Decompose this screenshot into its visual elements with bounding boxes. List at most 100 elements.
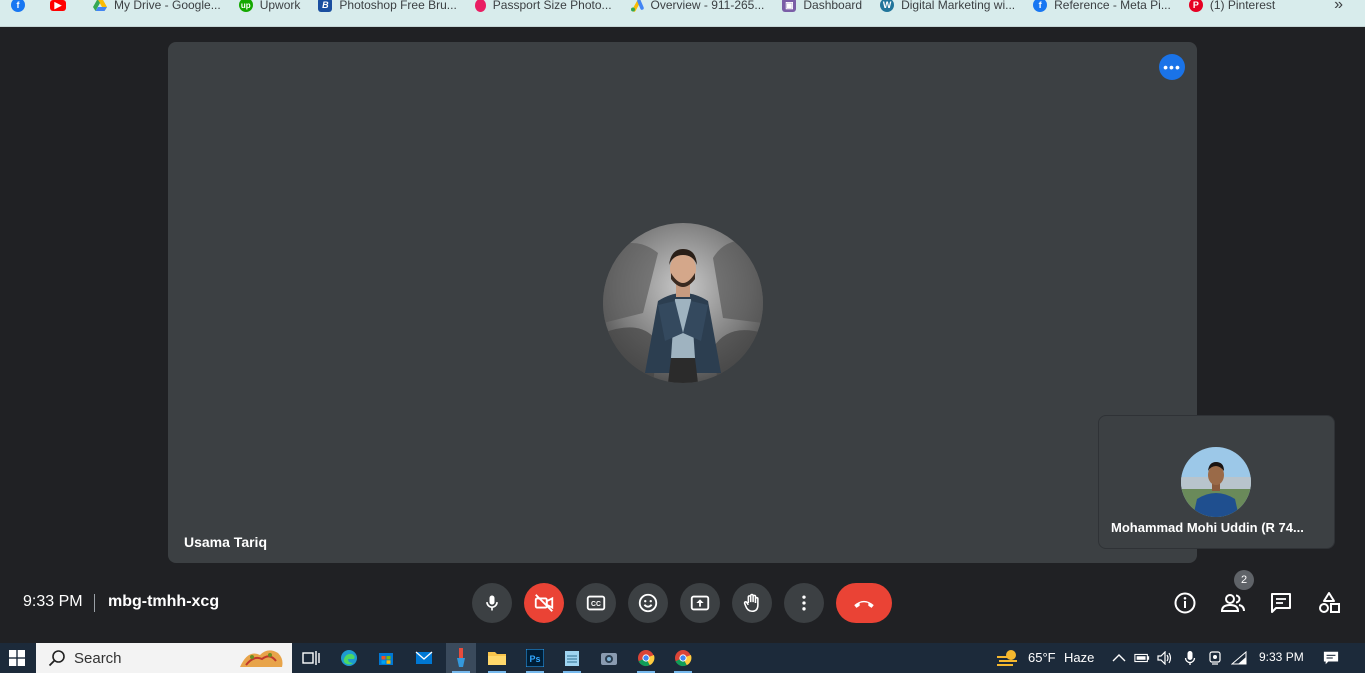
chat-button[interactable] [1267,589,1295,617]
closed-captions-icon: CC [586,595,606,611]
store-icon [379,653,393,665]
taskbar-chrome[interactable] [631,643,661,673]
activities-button[interactable] [1315,589,1343,617]
chrome-icon [675,650,692,667]
leave-call-button[interactable] [836,583,892,623]
self-participant-name: Mohammad Mohi Uddin (R 74... [1111,520,1304,535]
taskbar-file-explorer[interactable] [482,643,512,673]
divider [94,594,95,612]
microphone-button[interactable] [472,583,512,623]
main-participant-name: Usama Tariq [184,534,267,550]
taskbar-search-box[interactable]: Search [36,643,292,673]
camera-toggle-button[interactable] [524,583,564,623]
bookmark-my-drive[interactable]: My Drive - Google... [83,0,229,12]
hand-icon [743,593,759,613]
people-button[interactable] [1219,589,1247,617]
facebook-icon: f [11,0,25,12]
bookmark-label: Dashboard [803,0,863,12]
taskbar-paint-app[interactable] [446,643,476,673]
taskbar-edge[interactable] [334,643,364,673]
search-highlight-illustration [240,650,283,667]
more-options-button[interactable] [784,583,824,623]
microphone-in-use-icon[interactable] [1182,650,1198,666]
camera-icon [601,653,617,665]
main-participant-avatar [603,223,763,383]
taskbar-mail[interactable] [409,643,439,673]
present-screen-button[interactable] [680,583,720,623]
present-screen-icon [690,595,710,611]
weather-description[interactable]: Haze [1064,650,1094,665]
bookmarks-bar: f ▶ My Drive - Google... up Upwork B Pho… [0,0,1365,27]
wifi-icon[interactable] [1231,650,1247,666]
people-icon [1220,594,1245,612]
bookmark-passport-photo[interactable]: Passport Size Photo... [465,0,620,12]
bookmark-google-ads[interactable]: Overview - 911-265... [620,0,773,12]
bookmark-label: My Drive - Google... [114,0,221,12]
bookmark-label: Digital Marketing wi... [901,0,1016,12]
photoshop-icon: Ps [526,649,544,667]
bookmark-photoshop-brushes[interactable]: B Photoshop Free Bru... [308,0,464,12]
bookmarks-overflow-button[interactable]: » [1334,0,1343,14]
notifications-icon[interactable] [1323,650,1339,666]
task-view-icon [302,651,320,665]
bookmark-label: (1) Pinterest [1209,0,1276,12]
mail-icon [415,651,433,664]
taskbar-store[interactable] [371,643,401,673]
more-options-icon[interactable]: ••• [1159,54,1185,80]
meeting-code: mbg-tmhh-xcg [108,593,220,610]
reactions-button[interactable] [628,583,668,623]
meta-icon: f [1033,0,1048,12]
self-view-tile[interactable]: Mohammad Mohi Uddin (R 74... [1098,415,1335,549]
bookmark-dashboard[interactable]: ▣ Dashboard [772,0,870,12]
start-button[interactable] [0,643,34,673]
paint-tool-icon [457,648,465,667]
search-icon [48,650,65,667]
bookmark-digital-marketing[interactable]: W Digital Marketing wi... [870,0,1023,12]
folder-icon [488,652,506,665]
vertical-dots-icon [802,595,806,611]
self-participant-avatar [1181,447,1251,517]
raise-hand-button[interactable] [732,583,772,623]
brushes-site-icon: B [318,0,333,12]
people-count-badge: 2 [1234,570,1254,590]
taskbar-clock[interactable]: 9:33 PM [1259,650,1304,664]
passport-photo-icon [474,0,486,12]
windows-taskbar: Search Ps 65°F Haze 9:33 PM [0,643,1365,673]
upwork-icon: up [238,0,253,12]
chevron-up-icon[interactable] [1111,650,1127,666]
notepad-icon [565,651,579,666]
meeting-details-button[interactable] [1171,589,1199,617]
volume-icon[interactable] [1157,650,1173,666]
webcam-in-use-icon[interactable] [1207,650,1223,666]
taskbar-chrome-second[interactable] [668,643,698,673]
pinterest-icon: P [1188,0,1203,12]
taskbar-photoshop[interactable]: Ps [520,643,550,673]
bookmark-label: Overview - 911-265... [650,0,765,12]
camera-off-icon [534,594,554,612]
taskbar-camera[interactable] [594,643,624,673]
chat-icon [1271,593,1291,613]
svg-text:CC: CC [591,601,601,608]
bookmark-upwork[interactable]: up Upwork [229,0,309,12]
shapes-icon [1319,592,1340,613]
bookmark-label: Photoshop Free Bru... [339,0,457,12]
dashboard-icon: ▣ [782,0,797,12]
bookmark-pinterest[interactable]: P (1) Pinterest [1179,0,1283,12]
meeting-time: 9:33 PM [23,593,83,610]
weather-haze-icon[interactable] [995,647,1019,669]
bookmark-youtube[interactable]: ▶ [42,0,83,11]
task-view-button[interactable] [296,643,326,673]
weather-temperature[interactable]: 65°F [1028,650,1056,665]
bookmark-label: Reference - Meta Pi... [1054,0,1171,12]
svg-text:Ps: Ps [529,654,540,664]
bookmark-facebook[interactable]: f [0,0,42,12]
emoji-icon [638,593,658,613]
google-drive-icon [93,0,107,12]
taskbar-notepad[interactable] [557,643,587,673]
bookmark-meta-reference[interactable]: f Reference - Meta Pi... [1023,0,1179,12]
edge-browser-icon [341,650,357,666]
chrome-icon [638,650,655,667]
hang-up-icon [854,600,874,608]
battery-icon[interactable] [1134,650,1150,666]
captions-button[interactable]: CC [576,583,616,623]
